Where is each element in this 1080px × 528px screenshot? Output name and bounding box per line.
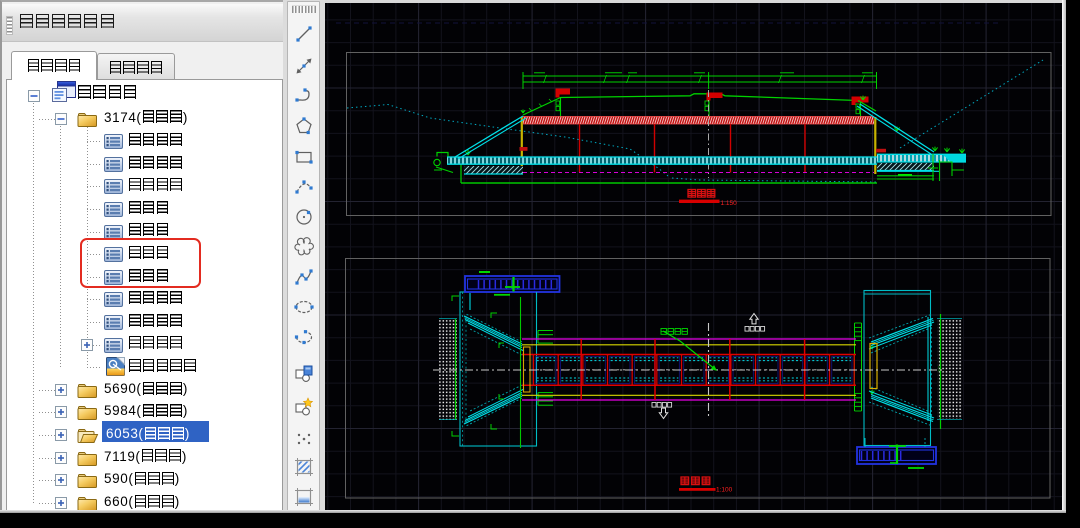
svg-text:1:100: 1:100	[716, 487, 733, 494]
svg-text:1:150: 1:150	[721, 200, 738, 207]
